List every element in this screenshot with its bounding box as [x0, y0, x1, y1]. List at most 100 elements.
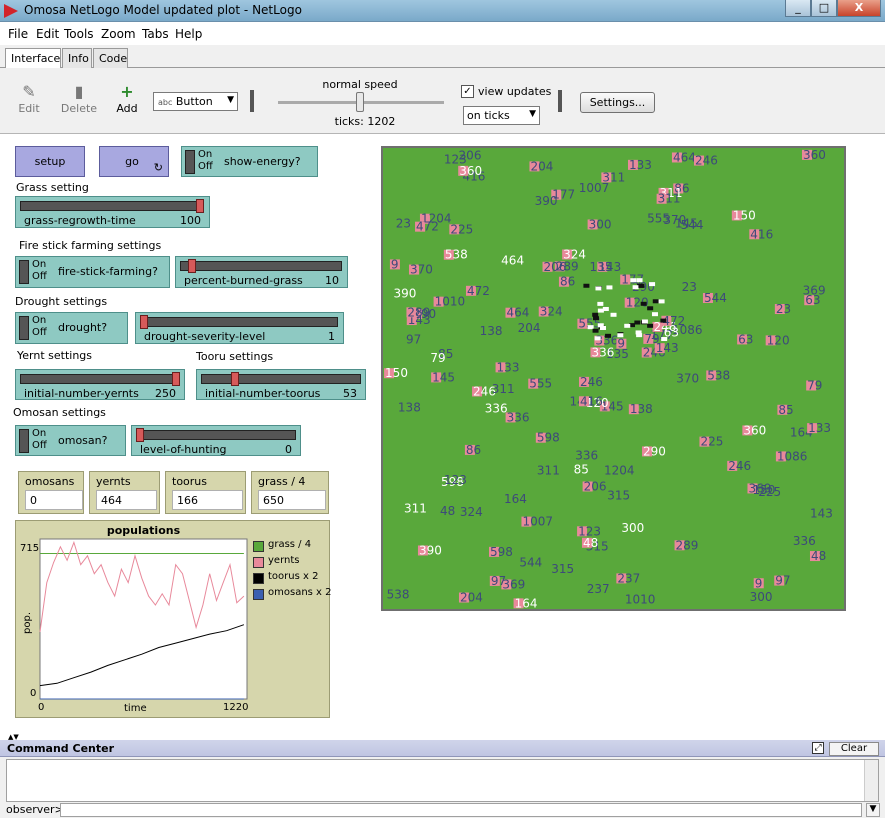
speed-slider-thumb[interactable] [356, 92, 364, 112]
tooru-agent [594, 336, 601, 341]
drought-label: drought? [58, 321, 108, 334]
slider-knob[interactable] [196, 199, 204, 213]
slider-knob[interactable] [136, 428, 144, 442]
tooru-agent [651, 312, 658, 317]
slider-track[interactable] [180, 261, 342, 271]
agent-energy-label: 23 [396, 217, 411, 231]
slider-track[interactable] [140, 317, 338, 327]
tooru-agent [583, 283, 590, 288]
menu-file[interactable]: File [8, 27, 28, 41]
go-button[interactable]: go ↻ [99, 146, 169, 177]
agent-energy-label: 1007 [522, 515, 553, 529]
minimize-button[interactable]: _ [785, 0, 811, 17]
omosan-switch[interactable]: On Off omosan? [15, 425, 126, 456]
switch-toggle[interactable] [19, 260, 29, 284]
agent-energy-label: 311 [404, 501, 427, 515]
chevron-down-icon[interactable]: ▼ [866, 803, 880, 817]
plot-x-label: time [124, 703, 147, 714]
legend-swatch [253, 573, 264, 584]
grass-regrowth-slider[interactable]: grass-regrowth-time 100 [15, 196, 210, 228]
slider-track[interactable] [20, 374, 180, 384]
toolbar: ✎ Edit ▮ Delete + Add abc Button ▼ norma… [0, 68, 885, 134]
fire-stick-farming-switch[interactable]: On Off fire-stick-farming? [15, 256, 170, 288]
widget-type-select[interactable]: abc Button ▼ [153, 92, 238, 111]
menu-tabs[interactable]: Tabs [142, 27, 169, 41]
agent-energy-label: 120 [767, 333, 790, 347]
tooru-agent [649, 282, 656, 287]
view-updates-checkbox[interactable]: ✓ [461, 85, 474, 98]
tooru-agent [624, 323, 631, 328]
agent-energy-label: 544 [704, 291, 727, 305]
edit-label: Edit [18, 102, 40, 115]
slider-knob[interactable] [172, 372, 180, 386]
close-button[interactable]: X [837, 0, 881, 17]
level-of-hunting-slider[interactable]: level-of-hunting 0 [131, 425, 301, 456]
update-mode-select[interactable]: on ticks ▼ [463, 106, 540, 125]
agent-energy-label: 138 [480, 324, 503, 338]
tab-info[interactable]: Info [62, 48, 92, 68]
expand-icon[interactable]: ⤢ [812, 742, 824, 754]
world-canvas[interactable]: 1452467986544416851432041203245981775389… [383, 148, 844, 609]
tab-interface[interactable]: Interface [5, 48, 61, 69]
agent-energy-label: 123 [444, 153, 467, 167]
tab-code[interactable]: Code [93, 48, 128, 68]
menu-help[interactable]: Help [175, 27, 202, 41]
agent-energy-label: 555 [529, 377, 552, 391]
menu-zoom[interactable]: Zoom [101, 27, 136, 41]
slider-track[interactable] [201, 374, 361, 384]
menu-edit[interactable]: Edit [36, 27, 59, 41]
slider-value: 1 [328, 330, 335, 343]
settings-button[interactable]: Settings... [580, 92, 655, 113]
agent-energy-label: 336 [575, 449, 598, 463]
slider-knob[interactable] [231, 372, 240, 386]
switch-toggle[interactable] [19, 429, 29, 453]
toolbar-separator [558, 90, 562, 112]
yernt-heading: Yernt settings [17, 349, 93, 362]
agent-energy-label: 133 [497, 360, 520, 374]
clear-button[interactable]: Clear [829, 742, 879, 756]
initial-toorus-slider[interactable]: initial-number-toorus 53 [196, 369, 366, 400]
add-tool[interactable]: + Add [105, 82, 149, 115]
world-view[interactable]: 1452467986544416851432041203245981775389… [381, 146, 846, 611]
edit-tool[interactable]: ✎ Edit [7, 82, 51, 115]
tooru-agent [635, 330, 642, 335]
setup-button[interactable]: setup [15, 146, 85, 177]
show-energy-switch[interactable]: On Off show-energy? [181, 146, 318, 177]
agent-energy-label: 246 [728, 459, 751, 473]
switch-toggle[interactable] [19, 316, 29, 340]
add-label: Add [116, 102, 138, 115]
initial-yernts-slider[interactable]: initial-number-yernts 250 [15, 369, 185, 400]
agent-energy-label: 204 [530, 159, 553, 173]
toorus-monitor: toorus 166 [165, 471, 246, 514]
command-output[interactable] [6, 759, 879, 802]
menu-tools[interactable]: Tools [64, 27, 94, 41]
agent-energy-label: 472 [467, 284, 490, 298]
tooru-agent [610, 312, 617, 317]
fire-stick-heading: Fire stick farming settings [19, 239, 162, 252]
switch-toggle[interactable] [185, 150, 195, 174]
chevron-down-icon: ▼ [227, 95, 234, 105]
drought-severity-slider[interactable]: drought-severity-level 1 [135, 312, 344, 344]
agent-energy-label: 289 [407, 305, 430, 319]
agent-energy-label: 1007 [579, 181, 610, 195]
slider-knob[interactable] [140, 315, 148, 329]
slider-track[interactable] [20, 201, 204, 211]
tooru-agent [647, 306, 654, 311]
toolbar-separator [250, 90, 254, 112]
drought-switch[interactable]: On Off drought? [15, 312, 128, 344]
slider-track[interactable] [136, 430, 296, 440]
title-bar: Omosa NetLogo Model updated plot - NetLo… [0, 0, 885, 22]
delete-tool[interactable]: ▮ Delete [57, 82, 101, 115]
agent-energy-label: 464 [506, 306, 529, 320]
agent-energy-label: 133 [629, 158, 652, 172]
agent-energy-label: 538 [707, 368, 730, 382]
percent-burned-slider[interactable]: percent-burned-grass 10 [175, 256, 348, 288]
tooru-agent [658, 299, 665, 304]
drought-heading: Drought settings [15, 295, 108, 308]
agent-energy-label: 416 [750, 227, 773, 241]
slider-knob[interactable] [187, 259, 196, 273]
scrollbar[interactable] [864, 760, 878, 801]
maximize-button[interactable]: □ [811, 0, 837, 17]
command-input[interactable] [60, 803, 862, 817]
agent-energy-label: 150 [733, 208, 756, 222]
